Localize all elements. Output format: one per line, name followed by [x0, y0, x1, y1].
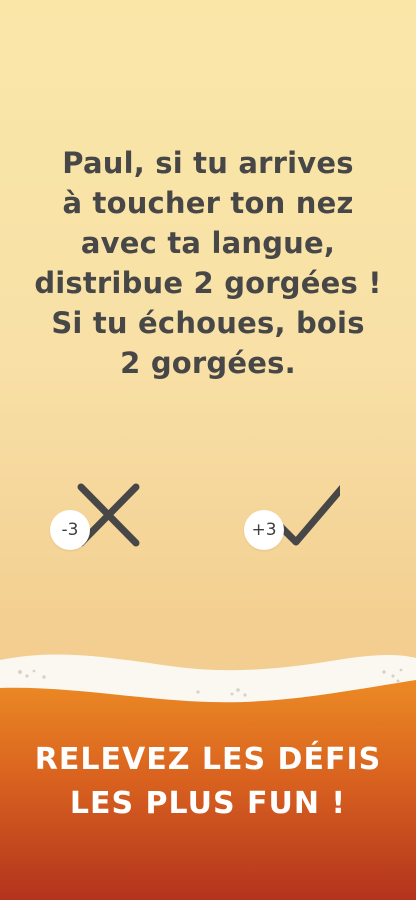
challenge-line: à toucher ton nez [62, 186, 354, 220]
challenge-text: Paul, si tu arrives à toucher ton nez av… [20, 143, 396, 383]
success-score-badge: +3 [244, 510, 284, 550]
challenge-line: 2 gorgées. [120, 346, 296, 380]
challenge-line: Paul, si tu arrives [62, 146, 354, 180]
challenge-line: avec ta langue, [80, 226, 336, 260]
challenge-line: Si tu échoues, bois [51, 306, 365, 340]
fail-score-badge: -3 [50, 510, 90, 550]
success-button[interactable]: +3 [240, 480, 350, 550]
fail-button[interactable]: -3 [46, 480, 156, 550]
tagline-line: les plus fun ! [69, 786, 347, 821]
screen: Paul, si tu arrives à toucher ton nez av… [0, 0, 416, 900]
challenge-line: distribue 2 gorgées ! [34, 266, 382, 300]
tagline: Relevez les défis les plus fun ! [0, 738, 416, 826]
tagline-line: Relevez les défis [34, 742, 382, 777]
